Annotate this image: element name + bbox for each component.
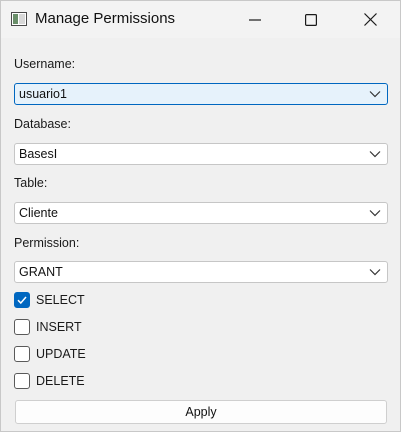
title-bar[interactable]: Manage Permissions <box>1 1 400 38</box>
chevron-down-icon <box>369 210 381 217</box>
permission-value: GRANT <box>19 265 63 279</box>
select-checkbox-label: SELECT <box>36 293 85 307</box>
permission-label: Permission: <box>14 236 80 250</box>
username-label: Username: <box>14 57 76 71</box>
select-checkbox-row[interactable]: SELECT <box>14 291 85 309</box>
table-label: Table: <box>14 176 48 190</box>
manage-permissions-window: Manage Permissions Username: usuario1 Da… <box>0 0 401 432</box>
update-checkbox[interactable] <box>14 346 30 362</box>
delete-checkbox-label: DELETE <box>36 374 85 388</box>
select-checkbox[interactable] <box>14 292 30 308</box>
delete-checkbox[interactable] <box>14 373 30 389</box>
minimize-button[interactable] <box>232 1 278 38</box>
database-value: BasesI <box>19 147 58 161</box>
window-title: Manage Permissions <box>35 10 176 27</box>
chevron-down-icon <box>369 269 381 276</box>
maximize-button[interactable] <box>288 1 334 38</box>
close-icon <box>363 13 377 26</box>
close-button[interactable] <box>347 1 393 38</box>
insert-checkbox-row[interactable]: INSERT <box>14 318 82 336</box>
update-checkbox-label: UPDATE <box>36 347 86 361</box>
insert-checkbox[interactable] <box>14 319 30 335</box>
insert-checkbox-label: INSERT <box>36 320 82 334</box>
minimize-icon <box>249 18 261 21</box>
table-dropdown[interactable]: Cliente <box>14 202 388 224</box>
table-value: Cliente <box>19 206 58 220</box>
chevron-down-icon <box>369 151 381 158</box>
app-window-icon <box>11 12 27 26</box>
username-value: usuario1 <box>19 87 67 101</box>
permission-dropdown[interactable]: GRANT <box>14 261 388 283</box>
username-dropdown[interactable]: usuario1 <box>14 83 388 105</box>
maximize-icon <box>305 13 317 26</box>
delete-checkbox-row[interactable]: DELETE <box>14 372 85 390</box>
database-dropdown[interactable]: BasesI <box>14 143 388 165</box>
checkmark-icon <box>17 296 27 305</box>
chevron-down-icon <box>369 91 381 98</box>
apply-button[interactable]: Apply <box>15 400 387 424</box>
update-checkbox-row[interactable]: UPDATE <box>14 345 86 363</box>
database-label: Database: <box>14 117 71 131</box>
